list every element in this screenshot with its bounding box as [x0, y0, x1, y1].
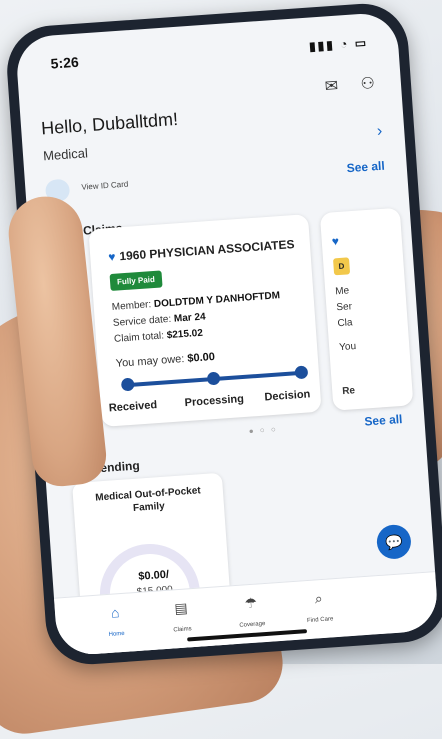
- next-line: You: [338, 341, 357, 354]
- step-label-decision: Decision: [264, 388, 311, 404]
- heart-pulse-icon: ♥: [107, 249, 116, 265]
- tab-home[interactable]: ⌂ Home: [85, 602, 147, 642]
- signal-wifi-battery-icon: ▮▮▮ ◔ ▭: [308, 35, 369, 54]
- umbrella-icon: ☂: [243, 594, 258, 612]
- heart-pulse-icon: ♥: [331, 233, 340, 249]
- claim-card[interactable]: ♥ 1960 PHYSICIAN ASSOCIATES Fully Paid Me…: [88, 214, 322, 427]
- mail-icon[interactable]: ✉: [324, 78, 339, 96]
- chat-icon[interactable]: 💬: [375, 523, 413, 561]
- search-icon: ⌕: [314, 589, 324, 607]
- id-card-row[interactable]: View ID Card See all: [44, 153, 386, 209]
- tab-claims-label: Claims: [173, 626, 192, 634]
- claim-owe: You may owe: $0.00: [115, 351, 215, 370]
- claims-carousel[interactable]: ♥ 1960 PHYSICIAN ASSOCIATES Fully Paid Me…: [58, 207, 423, 431]
- claim-card-next[interactable]: ♥ D Me Ser Cla You Re: [319, 207, 414, 411]
- chevron-right-icon[interactable]: ›: [376, 123, 383, 141]
- spending-card-title: Medical Out-of-Pocket Family: [94, 485, 202, 514]
- tab-coverage[interactable]: ☂ Coverage: [220, 593, 282, 633]
- tab-find-care[interactable]: ⌕ Find Care: [288, 588, 350, 628]
- next-line: Me: [334, 285, 350, 298]
- step-dot-decision: [294, 365, 309, 380]
- profile-icon[interactable]: ⚇: [360, 75, 375, 93]
- plan-see-all-link[interactable]: See all: [346, 159, 385, 176]
- next-line: Ser: [336, 301, 353, 314]
- status-time: 5:26: [50, 53, 80, 72]
- tab-home-label: Home: [108, 630, 125, 638]
- claim-service-date: Service date: Mar 24: [113, 311, 206, 328]
- claim-total: Claim total: $215.02: [114, 328, 204, 345]
- owe-label: You may owe:: [115, 353, 185, 370]
- plan-label: Medical: [42, 145, 89, 164]
- next-line: Cla: [337, 317, 353, 330]
- claim-member: Member: DOLDTDM Y DANHOFTDM: [111, 290, 280, 313]
- home-icon: ⌂: [110, 604, 120, 621]
- total-value: $215.02: [166, 327, 204, 342]
- header-actions: ✉ ⚇: [306, 73, 375, 98]
- clipboard-icon: ▤: [173, 599, 189, 617]
- member-label: Member:: [111, 299, 152, 313]
- service-label: Service date:: [112, 313, 172, 329]
- status-badge: Fully Paid: [109, 270, 163, 292]
- greeting-title: Hello, Duballtdm!: [40, 108, 179, 139]
- tab-claims[interactable]: ▤ Claims: [151, 598, 213, 638]
- total-label: Claim total:: [113, 330, 165, 345]
- claims-see-all-link[interactable]: See all: [364, 412, 403, 429]
- member-value: DOLDTDM Y DANHOFTDM: [153, 290, 281, 311]
- tab-find-care-label: Find Care: [306, 616, 334, 625]
- claim-provider: ♥ 1960 PHYSICIAN ASSOCIATES: [108, 237, 295, 264]
- status-badge-next: D: [332, 257, 350, 276]
- owe-value: $0.00: [186, 350, 216, 365]
- step-label-processing: Processing: [184, 392, 245, 410]
- status-bar: 5:26 ▮▮▮ ◔ ▭: [50, 33, 369, 75]
- service-value: Mar 24: [173, 311, 206, 325]
- view-id-card-link[interactable]: View ID Card: [81, 180, 128, 192]
- next-line: Re: [341, 385, 356, 398]
- step-label-received: Received: [108, 399, 158, 415]
- step-dot-processing: [206, 371, 221, 386]
- step-dot-received: [120, 377, 135, 392]
- claim-provider-name: 1960 PHYSICIAN ASSOCIATES: [118, 237, 295, 264]
- tab-coverage-label: Coverage: [239, 621, 266, 629]
